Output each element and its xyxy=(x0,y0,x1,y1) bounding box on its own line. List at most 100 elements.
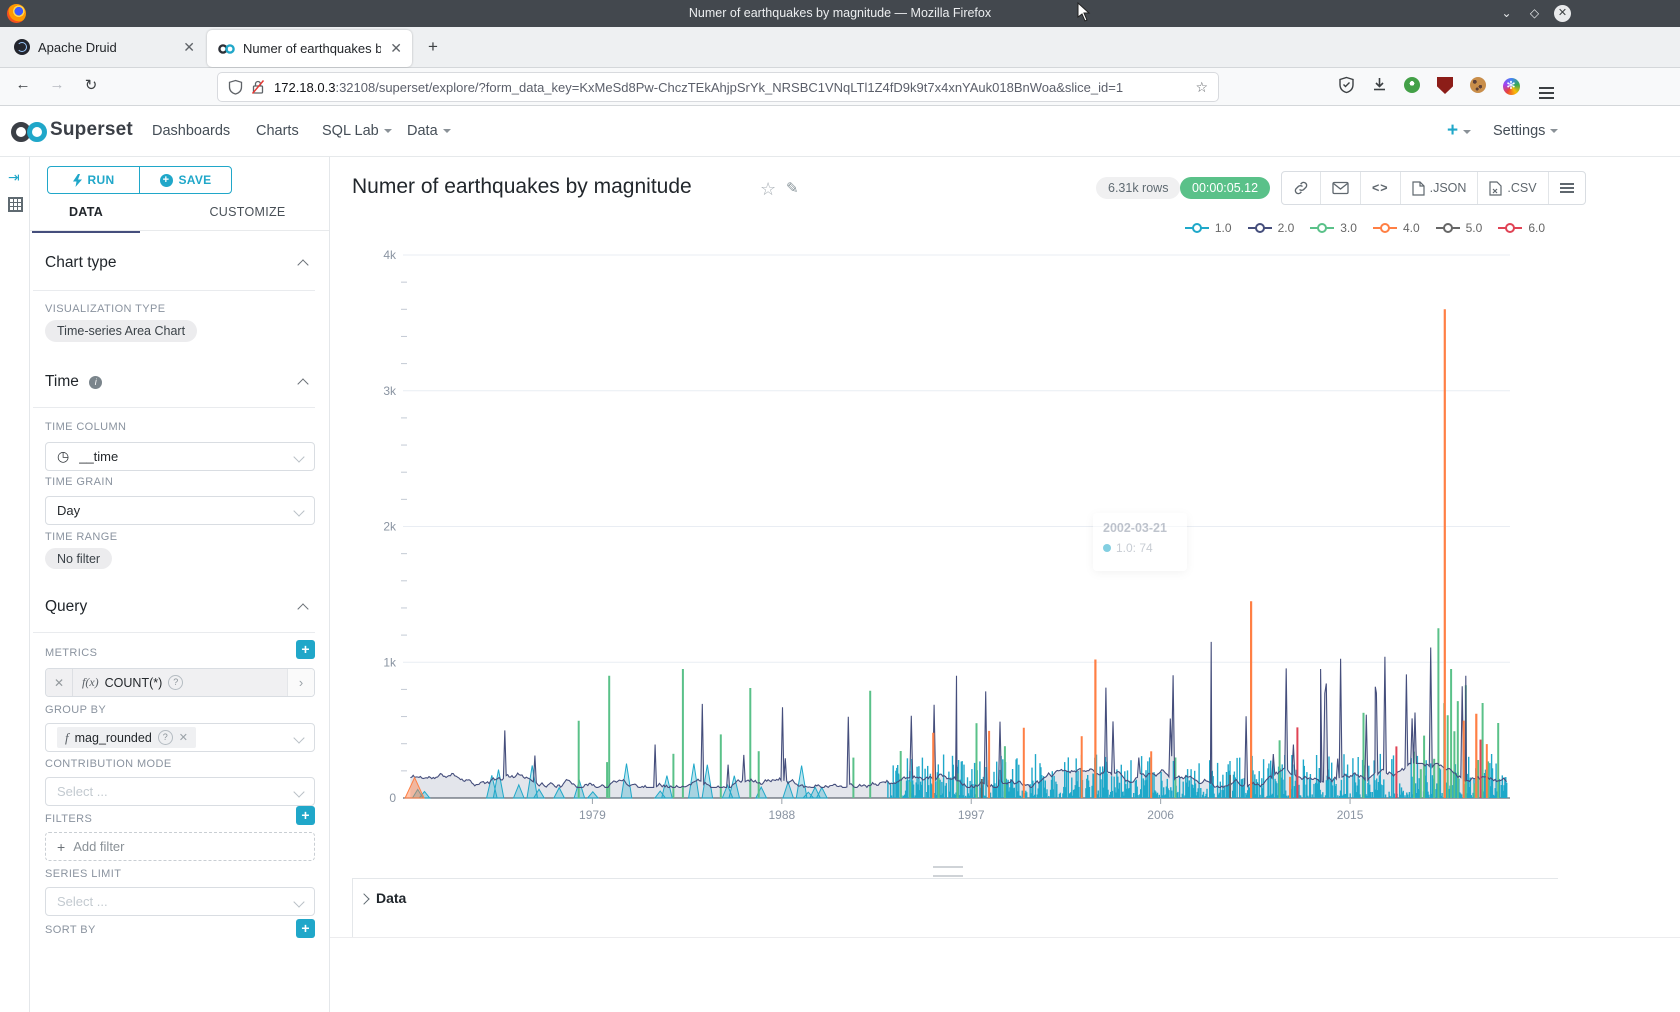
forward-icon[interactable]: → xyxy=(46,76,68,93)
hamburger-icon xyxy=(1560,183,1574,185)
tab-close-icon[interactable]: ✕ xyxy=(183,39,195,56)
add-metric-button[interactable]: + xyxy=(296,640,315,659)
close-button[interactable]: ✕ xyxy=(1554,5,1571,22)
add-sort-button[interactable]: + xyxy=(296,919,315,938)
back-icon[interactable]: ← xyxy=(12,76,34,93)
legend-item[interactable]: 2.0 xyxy=(1247,221,1295,235)
nav-charts[interactable]: Charts xyxy=(256,123,299,139)
divider xyxy=(33,407,315,408)
contribution-select[interactable]: Select ... xyxy=(45,777,315,806)
cookie-icon[interactable] xyxy=(1467,76,1489,98)
remove-metric-icon[interactable]: ✕ xyxy=(46,669,73,696)
expand-panel-icon[interactable]: ⇥ xyxy=(8,169,20,186)
maximize-button[interactable]: ◇ xyxy=(1526,5,1543,22)
time-column-select[interactable]: ◷ __time xyxy=(45,442,315,471)
legend-item[interactable]: 1.0 xyxy=(1184,221,1232,235)
embed-code-button[interactable]: <> xyxy=(1361,172,1401,204)
timeseries-area-chart[interactable]: 01k2k3k4k19791988199720062015 xyxy=(352,240,1560,840)
window-titlebar[interactable]: Numer of earthquakes by magnitude — Mozi… xyxy=(0,0,1680,27)
caret-down-icon xyxy=(1550,129,1558,133)
series-limit-select[interactable]: Select ... xyxy=(45,887,315,916)
metric-pill[interactable]: f(x) COUNT(*) ? xyxy=(73,669,287,696)
legend-marker-icon xyxy=(1372,222,1398,234)
time-range-pill[interactable]: No filter xyxy=(45,548,112,569)
add-filter-dropzone[interactable]: + Add filter xyxy=(45,832,315,861)
legend-item[interactable]: 5.0 xyxy=(1435,221,1483,235)
chart-menu-button[interactable] xyxy=(1549,172,1585,204)
share-link-button[interactable] xyxy=(1282,172,1321,204)
plus-icon: + xyxy=(57,839,65,855)
time-range-label: TIME RANGE xyxy=(45,531,117,543)
tab-apache-druid[interactable]: Apache Druid ✕ xyxy=(0,27,205,67)
tab-data[interactable]: DATA xyxy=(32,205,140,233)
viz-type-pill[interactable]: Time-series Area Chart xyxy=(45,320,197,342)
minimize-button[interactable]: ⌄ xyxy=(1498,5,1515,22)
superset-favicon-icon xyxy=(218,43,235,55)
expand-metric-icon[interactable]: › xyxy=(287,669,314,696)
dataset-grid-icon[interactable] xyxy=(8,197,23,212)
nav-settings[interactable]: Settings xyxy=(1493,123,1558,139)
legend-item[interactable]: 6.0 xyxy=(1497,221,1545,235)
tab-customize[interactable]: CUSTOMIZE xyxy=(190,205,305,231)
download-icon[interactable] xyxy=(1368,76,1390,98)
file-x-icon xyxy=(1489,181,1502,196)
run-button[interactable]: RUN xyxy=(48,167,140,193)
privacy-badger-icon[interactable] xyxy=(1401,76,1423,98)
export-json-button[interactable]: .JSON xyxy=(1401,172,1479,204)
legend-item[interactable]: 4.0 xyxy=(1372,221,1420,235)
edit-pencil-icon[interactable]: ✎ xyxy=(786,179,799,197)
groupby-pill[interactable]: f mag_rounded ? ✕ xyxy=(57,727,196,748)
collapse-chevron-icon[interactable] xyxy=(297,603,308,614)
legend-item[interactable]: 3.0 xyxy=(1309,221,1357,235)
contribution-label: CONTRIBUTION MODE xyxy=(45,758,172,770)
link-icon xyxy=(1293,180,1309,196)
url-bar[interactable]: 172.18.0.3:32108/superset/explore/?form_… xyxy=(218,73,1218,101)
superset-logo[interactable] xyxy=(10,119,48,145)
add-filter-button[interactable]: + xyxy=(296,806,315,825)
nav-data[interactable]: Data xyxy=(407,123,451,139)
collapse-chevron-icon[interactable] xyxy=(297,378,308,389)
legend-marker-icon xyxy=(1247,222,1273,234)
nav-dashboards[interactable]: Dashboards xyxy=(152,123,230,139)
expand-data-chevron-icon[interactable] xyxy=(358,893,369,904)
bookmark-star-icon[interactable]: ☆ xyxy=(1195,79,1208,96)
new-tab-button[interactable]: + xyxy=(428,37,438,57)
chart-title[interactable]: Numer of earthquakes by magnitude xyxy=(352,175,692,199)
pocket-shield-icon[interactable] xyxy=(1335,76,1357,98)
legend-marker-icon xyxy=(1184,222,1210,234)
menu-icon[interactable] xyxy=(1535,76,1557,98)
metric-control[interactable]: ✕ f(x) COUNT(*) ? › xyxy=(45,668,315,697)
tracking-shield-icon[interactable] xyxy=(228,79,243,95)
ublock-icon[interactable] xyxy=(1434,76,1456,98)
brand-name[interactable]: Superset xyxy=(50,119,133,141)
save-button[interactable]: + SAVE xyxy=(140,167,231,193)
legend-label: 5.0 xyxy=(1466,221,1483,235)
new-chart-plus-button[interactable]: + xyxy=(1447,120,1471,142)
url-text[interactable]: 172.18.0.3:32108/superset/explore/?form_… xyxy=(274,80,1189,95)
collapse-chevron-icon[interactable] xyxy=(297,259,308,270)
file-icon xyxy=(1412,181,1425,196)
groupby-select[interactable]: f mag_rounded ? ✕ xyxy=(45,723,315,752)
data-panel-toggle[interactable]: Data xyxy=(376,890,406,906)
remove-icon[interactable]: ✕ xyxy=(179,731,188,744)
chevron-down-icon xyxy=(293,732,304,743)
bolt-icon xyxy=(73,174,82,187)
nav-sql-lab[interactable]: SQL Lab xyxy=(322,123,392,139)
metrics-label: METRICS xyxy=(45,647,97,659)
insecure-lock-icon[interactable] xyxy=(250,79,266,95)
favorite-star-icon[interactable]: ☆ xyxy=(760,179,776,200)
time-grain-select[interactable]: Day xyxy=(45,496,315,525)
extension-asterisk-icon[interactable]: ✻ xyxy=(1500,76,1522,98)
email-button[interactable] xyxy=(1321,172,1361,204)
code-icon: <> xyxy=(1372,181,1389,195)
tab-earthquakes-chart[interactable]: Numer of earthquakes by ✕ xyxy=(207,30,412,67)
info-icon: i xyxy=(89,376,102,389)
run-save-group: RUN + SAVE xyxy=(47,166,232,194)
tab-close-icon[interactable]: ✕ xyxy=(390,40,402,57)
reload-icon[interactable]: ↻ xyxy=(80,76,102,94)
resize-handle[interactable] xyxy=(933,866,963,877)
export-csv-button[interactable]: .CSV xyxy=(1478,172,1548,204)
side-rail: ⇥ xyxy=(0,157,30,1012)
svg-text:1988: 1988 xyxy=(768,808,795,822)
export-button-group: <> .JSON .CSV xyxy=(1281,171,1586,205)
